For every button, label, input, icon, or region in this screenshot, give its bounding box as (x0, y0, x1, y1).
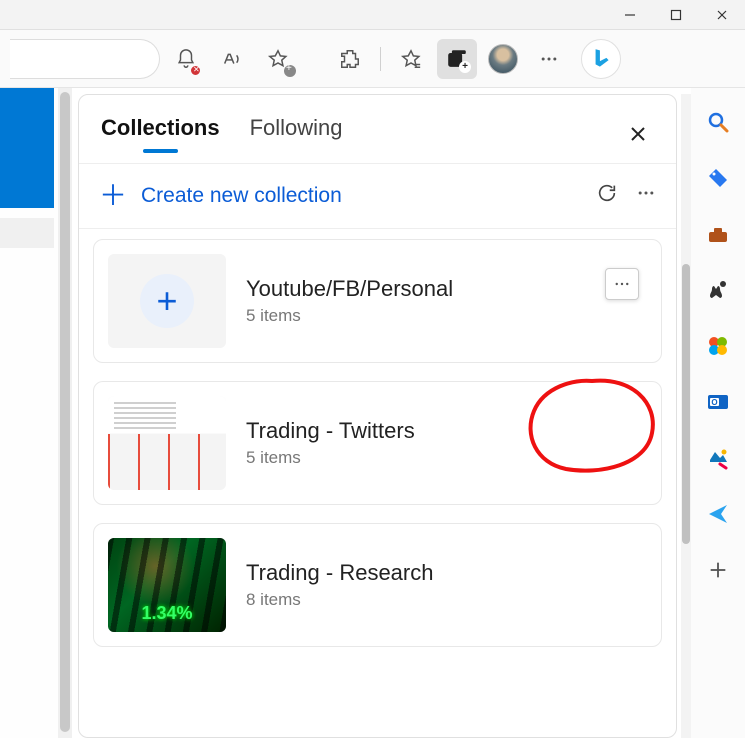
tools-sidebar-icon[interactable] (704, 220, 732, 248)
address-bar-right-edge[interactable] (10, 39, 160, 79)
create-collection-label: Create new collection (141, 184, 342, 208)
collection-text: Youtube/FB/Personal 5 items (246, 276, 453, 326)
favorite-icon[interactable] (258, 39, 298, 79)
avatar-image (488, 44, 518, 74)
thumbnail-stock-image: 1.34% (108, 538, 226, 632)
minimize-button[interactable] (607, 0, 653, 30)
image-creator-sidebar-icon[interactable] (704, 444, 732, 472)
notifications-icon[interactable] (166, 39, 206, 79)
shopping-sidebar-icon[interactable] (704, 164, 732, 192)
extensions-icon[interactable] (330, 39, 370, 79)
m365-sidebar-icon[interactable] (704, 332, 732, 360)
collection-thumbnail (108, 396, 226, 490)
collection-more-button[interactable] (605, 268, 639, 300)
outlook-sidebar-icon[interactable]: O (704, 388, 732, 416)
thumbnail-plus-icon: + (140, 274, 194, 328)
collections-panel-wrap: Collections Following ＋ Create new colle… (72, 88, 745, 738)
page-content-stub (0, 88, 58, 738)
close-panel-button[interactable] (622, 118, 654, 150)
tab-following[interactable]: Following (250, 115, 343, 153)
page-blue-region (0, 88, 54, 208)
collection-subtitle: 8 items (246, 590, 433, 610)
collection-text: Trading - Research 8 items (246, 560, 433, 610)
collections-list: + Youtube/FB/Personal 5 items T (79, 229, 676, 667)
collection-thumbnail: + (108, 254, 226, 348)
read-aloud-icon[interactable] (212, 39, 252, 79)
page-light-bar (0, 218, 54, 248)
panel-tabs: Collections Following (79, 95, 676, 163)
collection-title: Youtube/FB/Personal (246, 276, 453, 302)
collections-toolbar-button[interactable]: + (437, 39, 477, 79)
collection-card[interactable]: 1.34% Trading - Research 8 items (93, 523, 662, 647)
toolbar-divider (380, 47, 381, 71)
page-scrollbar[interactable] (58, 88, 72, 738)
games-sidebar-icon[interactable] (704, 276, 732, 304)
search-sidebar-icon[interactable] (704, 108, 732, 136)
collection-text: Trading - Twitters 5 items (246, 418, 415, 468)
content-area: Collections Following ＋ Create new colle… (0, 88, 745, 738)
collection-subtitle: 5 items (246, 448, 415, 468)
panel-scrollbar[interactable] (681, 94, 691, 738)
panel-more-icon[interactable] (636, 183, 656, 209)
profile-avatar[interactable] (483, 39, 523, 79)
panel-scroll-thumb[interactable] (682, 264, 690, 544)
page-scroll-thumb[interactable] (60, 92, 70, 732)
plus-icon: ＋ (99, 182, 127, 210)
collection-title: Trading - Research (246, 560, 433, 586)
window-titlebar (0, 0, 745, 30)
close-window-button[interactable] (699, 0, 745, 30)
more-menu-icon[interactable] (529, 39, 569, 79)
create-row-actions (596, 182, 656, 210)
send-sidebar-icon[interactable] (704, 500, 732, 528)
thumbnail-stock-text: 1.34% (141, 603, 192, 624)
browser-toolbar: + (0, 30, 745, 88)
favorites-list-icon[interactable] (391, 39, 431, 79)
svg-text:O: O (711, 398, 717, 407)
notifications-blocked-badge (189, 64, 202, 77)
collection-card[interactable]: + Youtube/FB/Personal 5 items (93, 239, 662, 363)
maximize-button[interactable] (653, 0, 699, 30)
refresh-icon[interactable] (596, 182, 618, 210)
collection-thumbnail: 1.34% (108, 538, 226, 632)
thumbnail-chart-image (108, 396, 226, 490)
collection-card[interactable]: Trading - Twitters 5 items (93, 381, 662, 505)
favorite-add-badge (284, 65, 296, 77)
create-collection-row[interactable]: ＋ Create new collection (79, 164, 676, 228)
tab-collections[interactable]: Collections (101, 115, 220, 153)
collections-add-badge: + (459, 61, 471, 73)
edge-sidebar: O (691, 88, 745, 738)
add-sidebar-icon[interactable] (704, 556, 732, 584)
collection-subtitle: 5 items (246, 306, 453, 326)
bing-chat-button[interactable] (581, 39, 621, 79)
collection-title: Trading - Twitters (246, 418, 415, 444)
collections-panel: Collections Following ＋ Create new colle… (78, 94, 677, 738)
